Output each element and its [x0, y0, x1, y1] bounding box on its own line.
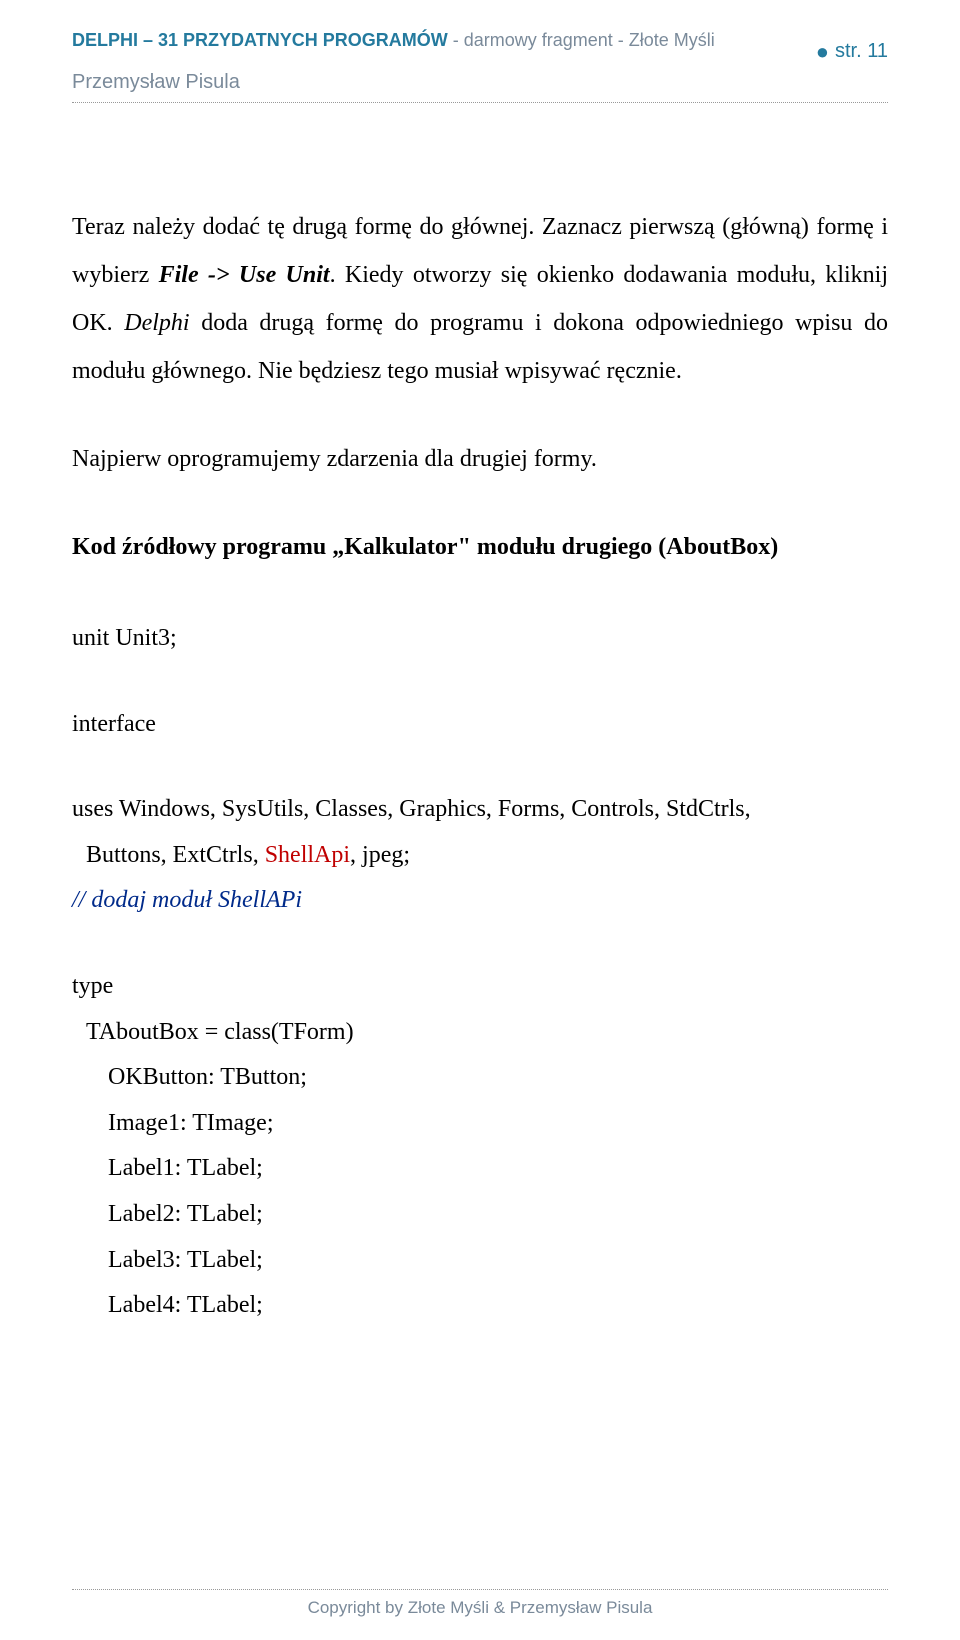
- code-uses-line2b: , jpeg;: [350, 842, 410, 868]
- code-interface: interface: [72, 702, 888, 748]
- para1-file-use-unit: File -> Use Unit: [159, 262, 330, 288]
- code-m5: Label3: TLabel;: [72, 1238, 888, 1284]
- code-uses-line1: uses Windows, SysUtils, Classes, Graphic…: [72, 787, 888, 833]
- code-m4: Label2: TLabel;: [72, 1192, 888, 1238]
- header-title: DELPHI – 31 PRZYDATNYCH PROGRAMÓW - darm…: [72, 30, 715, 51]
- code-m1: OKButton: TButton;: [72, 1055, 888, 1101]
- spacer: [72, 924, 888, 964]
- header-title-rest: - darmowy fragment - Złote Myśli: [448, 30, 715, 50]
- page-header: DELPHI – 31 PRZYDATNYCH PROGRAMÓW - darm…: [72, 30, 888, 103]
- code-class: TAboutBox = class(TForm): [72, 1010, 888, 1056]
- paragraph-1: Teraz należy dodać tę drugą formę do głó…: [72, 203, 888, 395]
- page-number-text: str. 11: [835, 40, 888, 63]
- code-comment: // dodaj moduł ShellAPi: [72, 878, 888, 924]
- code-shellapi: ShellApi: [265, 842, 350, 868]
- code-m2: Image1: TImage;: [72, 1101, 888, 1147]
- code-uses-line2: Buttons, ExtCtrls, ShellApi, jpeg;: [72, 833, 888, 879]
- page-number: ● str. 11: [816, 30, 888, 63]
- bullet-icon: ●: [816, 41, 829, 63]
- code-m6: Label4: TLabel;: [72, 1283, 888, 1329]
- code-unit: unit Unit3;: [72, 616, 888, 662]
- page: DELPHI – 31 PRZYDATNYCH PROGRAMÓW - darm…: [0, 0, 960, 1640]
- code-type-block: type TAboutBox = class(TForm) OKButton: …: [72, 964, 888, 1329]
- code-heading: Kod źródłowy programu „Kalkulator" moduł…: [72, 523, 888, 571]
- header-row: DELPHI – 31 PRZYDATNYCH PROGRAMÓW - darm…: [72, 30, 888, 63]
- header-title-bold: DELPHI – 31 PRZYDATNYCH PROGRAMÓW: [72, 30, 448, 50]
- code-m3: Label1: TLabel;: [72, 1146, 888, 1192]
- para1-delphi: Delphi: [124, 310, 201, 336]
- code-uses-block: uses Windows, SysUtils, Classes, Graphic…: [72, 787, 888, 924]
- header-author: Przemysław Pisula: [72, 71, 888, 94]
- code-uses-line2a: Buttons, ExtCtrls,: [86, 842, 265, 868]
- page-footer: Copyright by Złote Myśli & Przemysław Pi…: [72, 1589, 888, 1618]
- code-type: type: [72, 964, 888, 1010]
- paragraph-2: Najpierw oprogramujemy zdarzenia dla dru…: [72, 435, 888, 483]
